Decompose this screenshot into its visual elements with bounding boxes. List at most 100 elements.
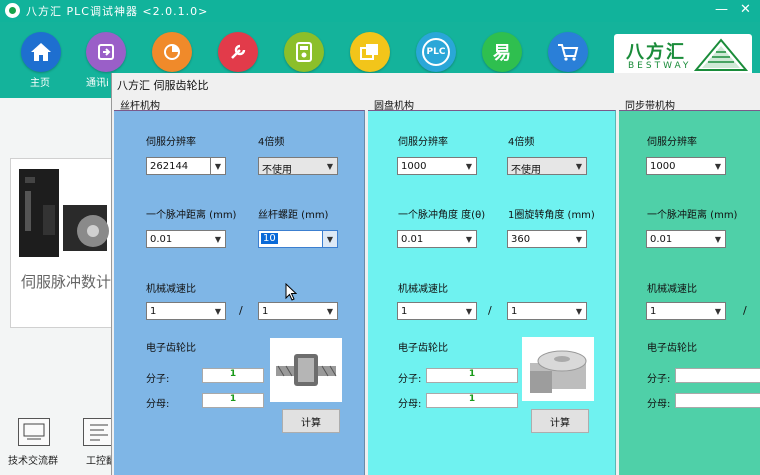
pie-chart-icon <box>164 44 180 60</box>
reduction-ratio-a-select[interactable]: 1 ▼ <box>146 302 226 320</box>
tools-button[interactable] <box>218 32 258 72</box>
screw-pitch-label: 丝杆螺距 (mm) <box>258 210 329 221</box>
section-header: 同步带机构 <box>619 96 760 112</box>
resolution-select[interactable]: 262144 ▼ <box>146 157 226 175</box>
chevron-down-icon: ▼ <box>575 234 583 244</box>
chevron-down-icon: ▼ <box>714 306 722 316</box>
reduction-ratio-b-select[interactable]: 1 ▼ <box>507 302 587 320</box>
denominator-output: 1 <box>202 393 264 408</box>
communication-button[interactable] <box>86 32 126 72</box>
multimeter-icon <box>296 42 312 62</box>
quad-freq-label: 4倍频 <box>258 137 285 148</box>
resolution-select[interactable]: 1000 ▼ <box>646 157 726 175</box>
easy-button[interactable]: 易 <box>482 32 522 72</box>
reduction-ratio-b-select[interactable]: 1 ▼ <box>258 302 338 320</box>
resolution-label: 伺服分辨率 <box>398 137 448 148</box>
rotation-angle-select[interactable]: 360 ▼ <box>507 230 587 248</box>
denominator-label: 分母: <box>647 399 671 410</box>
chevron-down-icon: ▼ <box>465 306 473 316</box>
denominator-output: 1 <box>426 393 518 408</box>
section-header: 丝杆机构 <box>114 96 365 112</box>
numerator-output: 1 <box>202 368 264 383</box>
servo-motor-card[interactable]: 伺服脉冲数计 <box>10 158 114 328</box>
pulse-distance-label: 一个脉冲距离 (mm) <box>647 210 738 221</box>
section-body: 伺服分辨率 4倍频 1000 ▼ 不使用 ▼ 一个脉冲角度 度(θ) 1圈旋转角度 … <box>368 110 616 475</box>
chart-button[interactable] <box>152 32 192 72</box>
minimize-icon[interactable]: — <box>715 2 728 17</box>
plc-button[interactable]: PLC <box>416 32 456 72</box>
mouse-cursor-icon <box>285 283 297 301</box>
resolution-label: 伺服分辨率 <box>146 137 196 148</box>
screw-pitch-select[interactable]: 10 ▼ <box>258 230 338 248</box>
windows-icon <box>360 44 378 60</box>
plc-search-icon: PLC <box>422 38 450 66</box>
reduction-ratio-a-select[interactable]: 1 ▼ <box>397 302 477 320</box>
chevron-down-icon: ▼ <box>465 234 473 244</box>
gear-ratio-label: 电子齿轮比 <box>647 343 697 354</box>
denominator-output <box>675 393 760 408</box>
meter-button[interactable] <box>284 32 324 72</box>
chevron-down-icon: ▼ <box>714 161 722 171</box>
window-title: 八方汇 PLC调试神器 <2.0.1.0> <box>26 5 209 18</box>
title-bar: 八方汇 PLC调试神器 <2.0.1.0> — ✕ <box>0 0 760 22</box>
numerator-label: 分子: <box>647 374 671 385</box>
rotary-table-image <box>522 337 594 401</box>
numerator-output: 1 <box>426 368 518 383</box>
pulse-distance-select[interactable]: 0.01 ▼ <box>146 230 226 248</box>
windows-button[interactable] <box>350 32 390 72</box>
chevron-down-icon: ▼ <box>575 161 583 171</box>
chevron-down-icon: ▼ <box>326 161 334 171</box>
denominator-label: 分母: <box>398 399 422 410</box>
quad-freq-select[interactable]: 不使用 ▼ <box>507 157 587 176</box>
wrench-icon <box>231 44 246 59</box>
numerator-label: 分子: <box>398 374 422 385</box>
gear-ratio-label: 电子齿轮比 <box>146 343 196 354</box>
pyramid-logo-icon <box>694 38 748 71</box>
chevron-down-icon: ▼ <box>465 161 473 171</box>
chevron-down-icon: ▼ <box>210 158 225 174</box>
pulse-angle-select[interactable]: 0.01 ▼ <box>397 230 477 248</box>
app-logo-icon <box>5 3 20 18</box>
close-icon[interactable]: ✕ <box>740 2 751 17</box>
gear-ratio-label: 电子齿轮比 <box>398 343 448 354</box>
calculate-button[interactable]: 计算 <box>531 409 589 433</box>
pulse-distance-label: 一个脉冲距离 (mm) <box>146 210 237 221</box>
tech-group-label[interactable]: 技术交流群 <box>8 452 58 467</box>
cart-button[interactable] <box>548 32 588 72</box>
share-icon <box>98 44 114 60</box>
chevron-down-icon: ▼ <box>326 306 334 316</box>
section-body: 伺服分辨率 4倍频 262144 ▼ 不使用 ▼ 一个脉冲距离 (mm) 丝杆螺距 … <box>114 110 365 475</box>
reduction-ratio-label: 机械减速比 <box>146 284 196 295</box>
chevron-down-icon: ▼ <box>214 234 222 244</box>
quad-freq-select[interactable]: 不使用 ▼ <box>258 157 338 176</box>
communication-label: 通讯i <box>86 78 109 89</box>
pulse-distance-select[interactable]: 0.01 ▼ <box>646 230 726 248</box>
servo-motor-image <box>19 169 109 257</box>
reduction-ratio-a-select[interactable]: 1 ▼ <box>646 302 726 320</box>
reduction-ratio-label: 机械减速比 <box>647 284 697 295</box>
chevron-down-icon: ▼ <box>575 306 583 316</box>
rotation-angle-label: 1圈旋转角度 (mm) <box>508 210 595 221</box>
chevron-down-icon: ▼ <box>714 234 722 244</box>
calculate-button[interactable]: 计算 <box>282 409 340 433</box>
servo-pulse-text: 伺服脉冲数计 <box>21 273 112 291</box>
numerator-label: 分子: <box>146 374 170 385</box>
servo-gear-ratio-dialog: 八方汇 伺服齿轮比 丝杆机构 伺服分辨率 4倍频 262144 ▼ 不使用 ▼ 一个… <box>111 73 760 475</box>
section-header: 圆盘机构 <box>368 96 616 112</box>
home-icon <box>31 43 51 61</box>
resolution-label: 伺服分辨率 <box>647 137 697 148</box>
chevron-down-icon: ▼ <box>322 231 337 247</box>
section-body: 伺服分辨率 1000 ▼ 一个脉冲距离 (mm) 0.01 ▼ 机械减速比 1 ▼ /… <box>619 110 760 475</box>
ratio-slash: / <box>488 304 492 317</box>
screw-mechanism-section: 丝杆机构 伺服分辨率 4倍频 262144 ▼ 不使用 ▼ 一个脉冲距离 (mm) … <box>114 96 365 475</box>
chat-group-icon[interactable] <box>18 418 50 446</box>
disc-mechanism-section: 圆盘机构 伺服分辨率 4倍频 1000 ▼ 不使用 ▼ 一个脉冲角度 度(θ) 1圈… <box>368 96 616 475</box>
quad-freq-label: 4倍频 <box>508 137 535 148</box>
pulse-angle-label: 一个脉冲角度 度(θ) <box>398 210 486 221</box>
reduction-ratio-label: 机械减速比 <box>398 284 448 295</box>
shopping-cart-icon <box>558 44 579 61</box>
home-button[interactable] <box>21 32 61 72</box>
resolution-select[interactable]: 1000 ▼ <box>397 157 477 175</box>
chevron-down-icon: ▼ <box>214 306 222 316</box>
easy-icon: 易 <box>493 43 511 64</box>
